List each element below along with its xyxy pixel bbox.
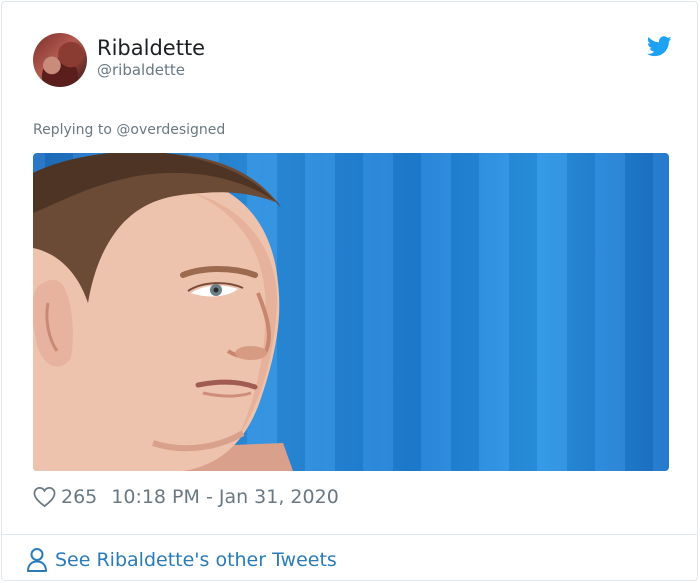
- author-display-name[interactable]: Ribaldette: [97, 35, 205, 61]
- embedded-tweet-card: Ribaldette @ribaldette Replying to @over…: [1, 1, 698, 581]
- avatar[interactable]: [33, 33, 87, 87]
- twitter-bird-icon[interactable]: [647, 36, 672, 57]
- person-icon: [27, 548, 47, 572]
- replying-to-line: Replying to @overdesigned: [33, 121, 225, 139]
- see-other-tweets-label[interactable]: See Ribaldette's other Tweets: [55, 549, 337, 571]
- divider: [2, 534, 697, 535]
- replying-to-label: Replying to: [33, 122, 112, 138]
- tweet-timestamp[interactable]: 10:18 PM - Jan 31, 2020: [111, 486, 339, 508]
- tweet-header: Ribaldette @ribaldette: [33, 33, 673, 89]
- author-handle[interactable]: @ribaldette: [97, 60, 185, 80]
- tweet-meta: 265 10:18 PM - Jan 31, 2020: [33, 484, 339, 510]
- tweet-photo[interactable]: [33, 153, 669, 471]
- see-other-tweets-link[interactable]: See Ribaldette's other Tweets: [26, 546, 337, 574]
- like-count[interactable]: 265: [61, 486, 97, 508]
- heart-icon[interactable]: [33, 486, 56, 508]
- replying-to-mention[interactable]: @overdesigned: [116, 122, 225, 138]
- portrait-illustration: [33, 153, 293, 471]
